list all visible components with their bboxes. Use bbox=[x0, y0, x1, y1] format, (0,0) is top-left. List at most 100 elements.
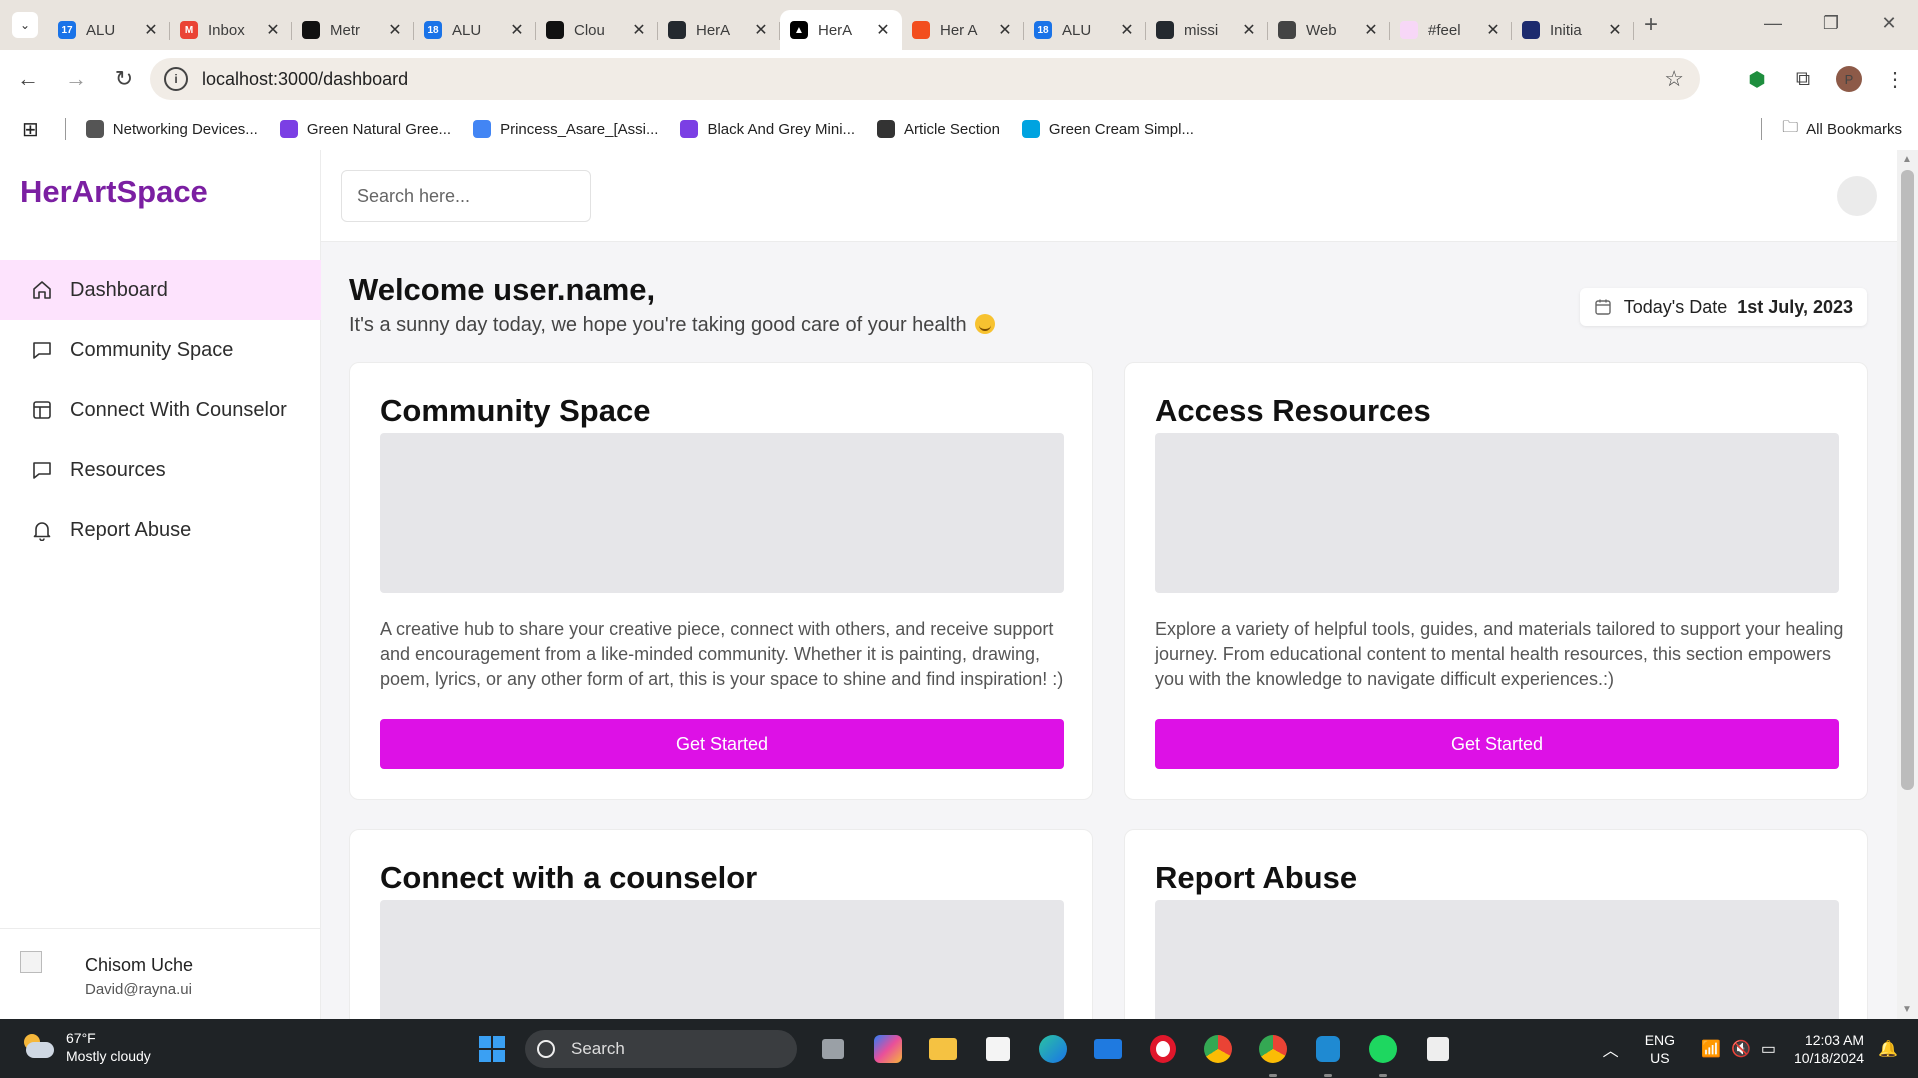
user-avatar bbox=[20, 951, 42, 973]
edge-icon[interactable] bbox=[1031, 1027, 1075, 1071]
copilot-icon[interactable] bbox=[866, 1027, 910, 1071]
layout-icon bbox=[30, 398, 54, 422]
bookmark-item[interactable]: Green Natural Gree... bbox=[279, 120, 451, 138]
back-icon[interactable]: ← bbox=[8, 59, 48, 99]
browser-tab[interactable]: Initia ✕ bbox=[1512, 10, 1634, 50]
restore-icon[interactable]: ❐ bbox=[1802, 13, 1860, 34]
site-info-icon[interactable]: i bbox=[164, 67, 188, 91]
address-bar[interactable]: i localhost:3000/dashboard ☆ bbox=[150, 58, 1700, 100]
forward-icon[interactable]: → bbox=[56, 59, 96, 99]
bookmark-star-icon[interactable]: ☆ bbox=[1664, 66, 1684, 92]
avatar[interactable] bbox=[1837, 176, 1877, 216]
task-view-icon[interactable] bbox=[811, 1027, 855, 1071]
url-text[interactable]: localhost:3000/dashboard bbox=[202, 69, 408, 90]
sidebar-user[interactable]: Chisom Uche David@rayna.ui bbox=[0, 928, 321, 1019]
bookmark-item[interactable]: Black And Grey Mini... bbox=[680, 120, 855, 138]
tab-title: Inbox bbox=[208, 21, 245, 39]
chevron-up-icon[interactable]: ︿ bbox=[1603, 1037, 1619, 1061]
snipping-tool-icon[interactable] bbox=[1416, 1027, 1460, 1071]
tab-title: Clou bbox=[574, 21, 605, 39]
tab-search-button[interactable]: ⌄ bbox=[12, 12, 38, 38]
new-tab-button[interactable]: + bbox=[1644, 11, 1658, 39]
tab-title: Metr bbox=[330, 21, 360, 39]
file-explorer-icon[interactable] bbox=[921, 1027, 965, 1071]
tab-close-icon[interactable]: ✕ bbox=[1484, 20, 1502, 40]
running-indicator bbox=[1269, 1074, 1277, 1077]
tab-close-icon[interactable]: ✕ bbox=[508, 20, 526, 40]
scrollbar-thumb[interactable] bbox=[1901, 170, 1914, 790]
tab-close-icon[interactable]: ✕ bbox=[874, 20, 892, 40]
puzzle-icon[interactable]: ⧉ bbox=[1780, 68, 1826, 91]
browser-tab[interactable]: HerA ✕ bbox=[658, 10, 780, 50]
battery-icon[interactable]: ▭ bbox=[1761, 1039, 1776, 1059]
browser-tab[interactable]: 17 ALU ✕ bbox=[48, 10, 170, 50]
opera-icon[interactable] bbox=[1141, 1027, 1185, 1071]
tab-close-icon[interactable]: ✕ bbox=[142, 20, 160, 40]
brand-logo[interactable]: HerArtSpace bbox=[20, 174, 208, 210]
spotify-icon[interactable] bbox=[1361, 1027, 1405, 1077]
menu-icon[interactable]: ⋮ bbox=[1872, 67, 1918, 92]
page-scrollbar[interactable]: ▲ ▼ bbox=[1897, 150, 1918, 1019]
mail-icon[interactable] bbox=[1086, 1027, 1130, 1071]
card-image-placeholder bbox=[380, 900, 1064, 1019]
tab-close-icon[interactable]: ✕ bbox=[630, 20, 648, 40]
lang-primary: ENG bbox=[1644, 1031, 1676, 1048]
chrome-icon[interactable] bbox=[1196, 1027, 1240, 1071]
bookmark-item[interactable]: Article Section bbox=[877, 120, 1000, 138]
all-bookmarks-label[interactable]: All Bookmarks bbox=[1806, 121, 1902, 138]
clock-date: 10/18/2024 bbox=[1794, 1049, 1865, 1066]
tab-close-icon[interactable]: ✕ bbox=[1118, 20, 1136, 40]
notification-bell-icon[interactable]: 🔔 bbox=[1878, 1039, 1898, 1059]
language-indicator[interactable]: ENG US bbox=[1645, 1031, 1675, 1067]
microsoft-store-icon[interactable] bbox=[976, 1027, 1020, 1071]
tab-close-icon[interactable]: ✕ bbox=[386, 20, 404, 40]
scroll-up-icon[interactable]: ▲ bbox=[1902, 154, 1912, 165]
taskbar-search[interactable]: Search bbox=[525, 1030, 797, 1068]
search-input[interactable] bbox=[341, 170, 591, 222]
tab-close-icon[interactable]: ✕ bbox=[264, 20, 282, 40]
sidebar-item-dashboard[interactable]: Dashboard bbox=[0, 260, 321, 320]
extension-icon[interactable]: ⬢ bbox=[1734, 67, 1780, 92]
close-window-icon[interactable]: ✕ bbox=[1860, 13, 1918, 34]
wifi-icon[interactable]: 📶 bbox=[1701, 1039, 1721, 1059]
scroll-down-icon[interactable]: ▼ bbox=[1902, 1004, 1912, 1015]
browser-tab[interactable]: 18 ALU ✕ bbox=[1024, 10, 1146, 50]
browser-tab[interactable]: 18 ALU ✕ bbox=[414, 10, 536, 50]
sidebar-item-report-abuse[interactable]: Report Abuse bbox=[0, 500, 321, 560]
tab-close-icon[interactable]: ✕ bbox=[1362, 20, 1380, 40]
browser-tab[interactable]: Her A ✕ bbox=[902, 10, 1024, 50]
card-image-placeholder bbox=[1155, 900, 1839, 1019]
get-started-button[interactable]: Get Started bbox=[380, 719, 1064, 769]
sidebar-item-resources[interactable]: Resources bbox=[0, 440, 321, 500]
browser-tab[interactable]: ▲ HerA ✕ bbox=[780, 10, 902, 50]
minimize-icon[interactable]: — bbox=[1744, 13, 1802, 34]
profile-avatar[interactable]: P bbox=[1836, 66, 1862, 92]
sidebar-item-community-space[interactable]: Community Space bbox=[0, 320, 321, 380]
clock[interactable]: 12:03 AM 10/18/2024 bbox=[1794, 1031, 1864, 1067]
bookmark-item[interactable]: Green Cream Simpl... bbox=[1021, 120, 1194, 138]
vscode-icon[interactable] bbox=[1306, 1027, 1350, 1077]
browser-tab[interactable]: missi ✕ bbox=[1146, 10, 1268, 50]
tab-close-icon[interactable]: ✕ bbox=[1240, 20, 1258, 40]
tab-close-icon[interactable]: ✕ bbox=[996, 20, 1014, 40]
browser-tab[interactable]: Web ✕ bbox=[1268, 10, 1390, 50]
apps-grid-icon[interactable]: ⊞ bbox=[22, 117, 39, 142]
chrome-profile-icon[interactable] bbox=[1251, 1027, 1295, 1077]
bookmark-item[interactable]: Networking Devices... bbox=[85, 120, 258, 138]
get-started-button[interactable]: Get Started bbox=[1155, 719, 1839, 769]
browser-tab[interactable]: #feel ✕ bbox=[1390, 10, 1512, 50]
tab-close-icon[interactable]: ✕ bbox=[752, 20, 770, 40]
browser-tab[interactable]: M Inbox ✕ bbox=[170, 10, 292, 50]
bookmarks-divider bbox=[1761, 118, 1763, 140]
tab-favicon-icon: 18 bbox=[424, 21, 442, 39]
sidebar-item-connect-with-counselor[interactable]: Connect With Counselor bbox=[0, 380, 321, 440]
weather-widget[interactable]: 67°F Mostly cloudy bbox=[20, 1029, 151, 1065]
tab-close-icon[interactable]: ✕ bbox=[1606, 20, 1624, 40]
bookmark-item[interactable]: Princess_Asare_[Assi... bbox=[473, 120, 658, 138]
volume-muted-icon[interactable]: 🔇 bbox=[1731, 1039, 1751, 1059]
browser-tab[interactable]: Metr ✕ bbox=[292, 10, 414, 50]
all-bookmarks[interactable]: 🗀 All Bookmarks bbox=[1761, 116, 1902, 143]
browser-tab[interactable]: Clou ✕ bbox=[536, 10, 658, 50]
windows-start-icon[interactable] bbox=[470, 1027, 514, 1071]
reload-icon[interactable]: ↻ bbox=[104, 59, 144, 99]
